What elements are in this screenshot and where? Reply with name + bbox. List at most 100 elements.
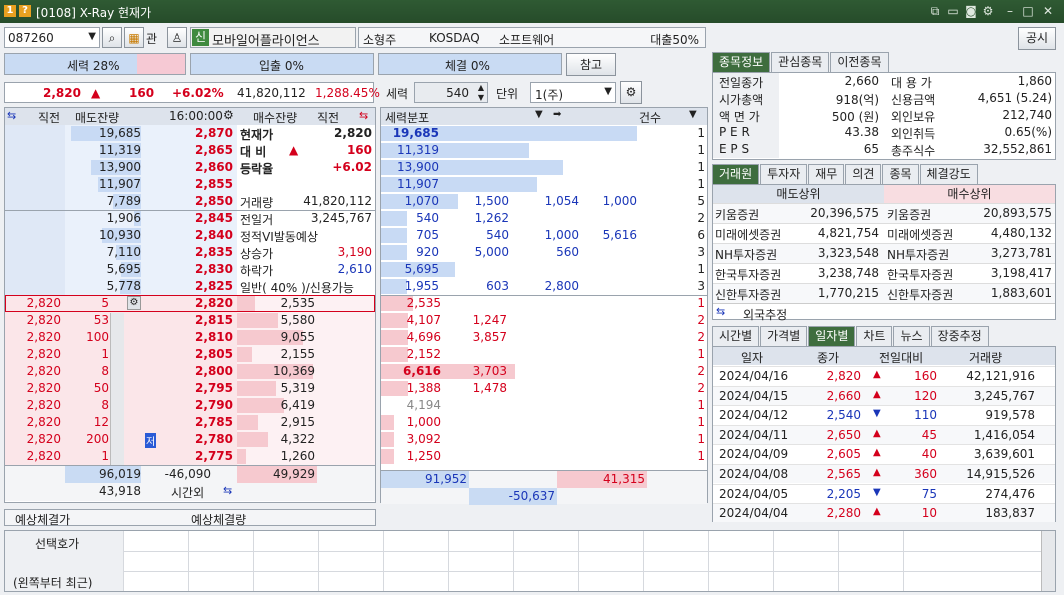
link-icon[interactable]: ⧉ <box>927 3 943 19</box>
swap-icon[interactable]: ⇆ <box>716 305 725 318</box>
swap-icon[interactable]: ⇆ <box>223 484 232 497</box>
camera-icon[interactable]: ◙ <box>963 3 979 19</box>
chevron-down-icon[interactable]: ▼ <box>88 31 96 42</box>
col-prev2: 직전 <box>317 111 340 125</box>
ask-price[interactable]: 2,860 <box>195 160 233 174</box>
dist-count: 6 <box>697 228 705 242</box>
calendar-icon[interactable]: ▦ <box>124 27 144 48</box>
ask-price[interactable]: 2,870 <box>195 126 233 140</box>
daily-close: 2,205 <box>826 486 861 501</box>
bid-row[interactable]: 2,820 12 2,785 2,915 <box>5 414 375 431</box>
minimize-icon[interactable]: – <box>1002 3 1018 19</box>
force-stepper[interactable]: 540 ▲ ▼ <box>414 82 488 103</box>
stepper-down-icon[interactable]: ▼ <box>478 93 484 102</box>
bid-price[interactable]: 2,790 <box>195 398 233 412</box>
stepper-up-icon[interactable]: ▲ <box>478 83 484 92</box>
unit-select[interactable]: 1(주) ▼ <box>530 82 616 103</box>
bid-row[interactable]: 2,820 5 2,820 2,535 <box>5 295 375 312</box>
dist-ask-row: 19,685 1 <box>381 125 707 142</box>
tab-right_tabs3-2[interactable]: 일자별 <box>808 326 856 346</box>
bid-row[interactable]: 2,820 50 2,795 5,319 <box>5 380 375 397</box>
info-value: 0.65(%) <box>1004 125 1052 139</box>
tab-right_tabs2-4[interactable]: 종목 <box>882 164 919 184</box>
person-icon[interactable]: ♙ <box>167 27 187 48</box>
bid-price[interactable]: 2,805 <box>195 347 233 361</box>
bid-prev-qty: 50 <box>93 381 109 395</box>
tab-right_tabs2-2[interactable]: 재무 <box>808 164 845 184</box>
chevron-down-icon[interactable]: ▼ <box>535 109 543 120</box>
arrow-right-icon[interactable]: ➡ <box>553 109 561 120</box>
grid-col <box>318 531 319 591</box>
bid-row[interactable]: 2,820 1 2,775 1,260 <box>5 448 375 465</box>
bid-row[interactable]: 2,820 200 저 2,780 4,322 <box>5 431 375 448</box>
pin-icon[interactable]: ▭ <box>945 3 961 19</box>
ask-price[interactable]: 2,830 <box>195 262 233 276</box>
notice-button[interactable]: 공시 <box>1018 27 1056 50</box>
search-icon[interactable]: ⌕ <box>102 27 122 48</box>
ask-price[interactable]: 2,840 <box>195 228 233 242</box>
bid-row[interactable]: 2,820 53 2,815 5,580 <box>5 312 375 329</box>
selected-quote-label: 선택호가 <box>35 537 80 551</box>
bid-price[interactable]: 2,815 <box>195 313 233 327</box>
buy-broker-qty: 20,893,575 <box>983 206 1052 220</box>
bid-prev-price: 2,820 <box>26 313 61 327</box>
tab-right_tabs3-1[interactable]: 가격별 <box>760 326 808 346</box>
tab-right_tabs2-0[interactable]: 거래원 <box>712 164 760 184</box>
tab-right_tabs3-0[interactable]: 시간별 <box>712 326 760 346</box>
buy-broker-name: 신한투자증권 <box>887 288 954 302</box>
tab-right_tabs3-3[interactable]: 차트 <box>856 326 893 346</box>
label-gwan[interactable]: 관 <box>146 30 157 47</box>
tab-right_tabs1-2[interactable]: 이전종목 <box>830 52 889 72</box>
mid-info-label: 정적VI발동예상 <box>240 230 318 244</box>
info-label: 신용금액 <box>891 93 936 107</box>
tab-right_tabs2-5[interactable]: 체결강도 <box>919 164 978 184</box>
swap-icon[interactable]: ⇆ <box>7 109 16 122</box>
expected-qty-label: 예상체결량 <box>191 513 247 527</box>
bottom-scrollbar[interactable] <box>1041 531 1055 591</box>
bid-price[interactable]: 2,820 <box>195 296 233 310</box>
mid-info-label: 대 비 <box>240 145 267 159</box>
tab-right_tabs1-1[interactable]: 관심종목 <box>771 52 830 72</box>
daily-close: 2,565 <box>826 467 861 481</box>
bid-price[interactable]: 2,780 <box>195 432 233 446</box>
stock-code-input[interactable]: 087260 ▼ <box>4 27 100 48</box>
ask-remaining: 19,685 <box>99 126 141 140</box>
ask-price[interactable]: 2,835 <box>195 245 233 259</box>
order-book-scrollbar[interactable] <box>110 313 124 465</box>
bid-price[interactable]: 2,775 <box>195 449 233 463</box>
settings-icon[interactable]: ⚙ <box>620 81 642 104</box>
ask-price[interactable]: 2,855 <box>195 177 233 191</box>
bid-row[interactable]: 2,820 100 2,810 9,055 <box>5 329 375 346</box>
swap-icon[interactable]: ⇆ <box>359 109 368 122</box>
ask-price[interactable]: 2,825 <box>195 279 233 293</box>
tab-right_tabs2-1[interactable]: 투자자 <box>760 164 808 184</box>
tab-right_tabs1-0[interactable]: 종목정보 <box>712 52 771 72</box>
mid-info-row: 거래량 41,820,112 <box>237 193 375 210</box>
maximize-icon[interactable]: □ <box>1020 3 1036 19</box>
order-book: ⇆ 직전 매도잔량 16:00:00 ⚙ 매수잔량 직전 ⇆ 19,685 2,8… <box>4 107 376 503</box>
bid-row[interactable]: 2,820 8 2,790 6,419 <box>5 397 375 414</box>
chevron-down-icon[interactable]: ▼ <box>604 86 612 97</box>
bid-price[interactable]: 2,785 <box>195 415 233 429</box>
tab-right_tabs3-4[interactable]: 뉴스 <box>893 326 930 346</box>
ask-price[interactable]: 2,845 <box>195 211 233 225</box>
close-icon[interactable]: ✕ <box>1040 3 1056 19</box>
bid-remaining: 2,915 <box>280 415 315 429</box>
bid-row[interactable]: 2,820 1 2,805 2,155 <box>5 346 375 363</box>
reference-button[interactable]: 참고 <box>566 53 616 76</box>
credit-badge: 신 <box>192 29 209 46</box>
bid-row[interactable]: 2,820 8 2,800 10,369 <box>5 363 375 380</box>
gear-icon[interactable]: ⚙ <box>127 296 141 310</box>
tab-right_tabs2-3[interactable]: 의견 <box>845 164 882 184</box>
gear-icon[interactable]: ⚙ <box>223 108 234 122</box>
help-icon[interactable]: ? <box>19 5 31 17</box>
chevron-down-icon[interactable]: ▼ <box>689 109 697 120</box>
gear-icon[interactable]: ⚙ <box>980 3 996 19</box>
tab-right_tabs3-5[interactable]: 장중추정 <box>930 326 989 346</box>
bid-prev-price: 2,820 <box>26 415 61 429</box>
ask-price[interactable]: 2,865 <box>195 143 233 157</box>
bid-price[interactable]: 2,810 <box>195 330 233 344</box>
bid-price[interactable]: 2,800 <box>195 364 233 378</box>
ask-price[interactable]: 2,850 <box>195 194 233 208</box>
bid-price[interactable]: 2,795 <box>195 381 233 395</box>
